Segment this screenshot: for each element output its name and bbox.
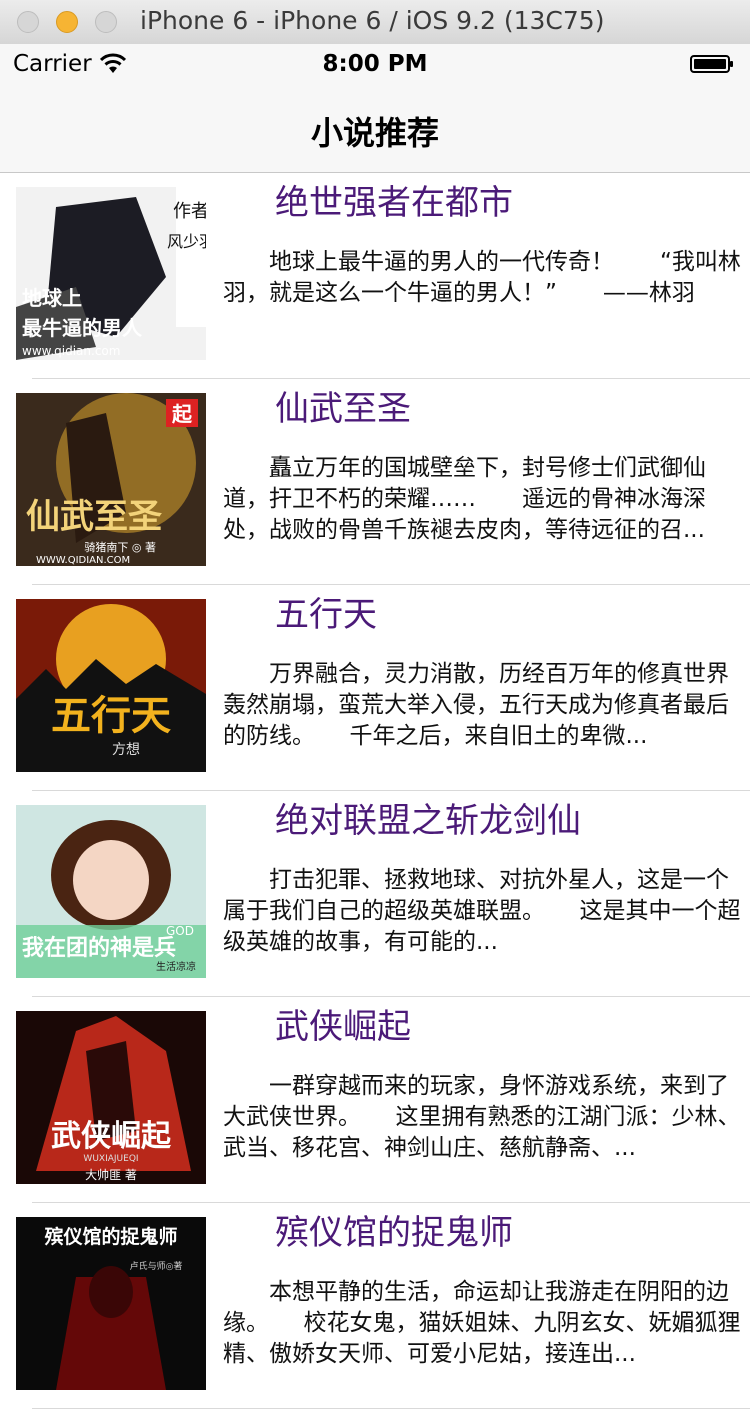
svg-text:作者: 作者 bbox=[173, 201, 206, 222]
book-title: 绝对联盟之斩龙剑仙 bbox=[275, 801, 581, 841]
novel-list[interactable]: 作者 风少羽 地球上 最牛逼的男人 www.qidian.com 绝世强者在都市… bbox=[0, 173, 750, 1409]
book-cover-image: 武侠崛起 WUXIAJUEQI 大帅匪 著 bbox=[16, 1011, 206, 1184]
svg-text:殡仪馆的捉鬼师: 殡仪馆的捉鬼师 bbox=[44, 1225, 177, 1248]
svg-text:生活凉凉: 生活凉凉 bbox=[156, 960, 196, 973]
svg-text:方想: 方想 bbox=[112, 742, 140, 758]
book-cover-image: 作者 风少羽 地球上 最牛逼的男人 www.qidian.com bbox=[16, 187, 206, 360]
list-item[interactable]: 殡仪馆的捉鬼师 卢氏与师◎著 殡仪馆的捉鬼师 本想平静的生活，命运却让我游走在阴… bbox=[16, 1203, 750, 1409]
book-title: 绝世强者在都市 bbox=[275, 183, 513, 223]
window-minimize-button[interactable] bbox=[56, 11, 78, 33]
svg-text:WUXIAJUEQI: WUXIAJUEQI bbox=[83, 1154, 138, 1164]
svg-text:我在团的神是兵: 我在团的神是兵 bbox=[22, 935, 176, 961]
svg-text:武侠崛起: 武侠崛起 bbox=[51, 1119, 172, 1154]
battery-icon bbox=[690, 55, 733, 73]
book-cover-image: 五行天 方想 bbox=[16, 599, 206, 772]
book-cover-image: 起 仙武至圣 骑猪南下 ◎ 著 WWW.QIDIAN.COM bbox=[16, 393, 206, 566]
svg-text:大帅匪 著: 大帅匪 著 bbox=[85, 1168, 137, 1182]
window-close-button[interactable] bbox=[17, 11, 39, 33]
book-title: 仙武至圣 bbox=[275, 389, 411, 429]
svg-text:www.qidian.com: www.qidian.com bbox=[22, 344, 120, 358]
book-cover-image: 殡仪馆的捉鬼师 卢氏与师◎著 bbox=[16, 1217, 206, 1390]
svg-text:骑猪南下 ◎ 著: 骑猪南下 ◎ 著 bbox=[84, 540, 156, 554]
svg-text:卢氏与师◎著: 卢氏与师◎著 bbox=[130, 1260, 183, 1272]
svg-text:地球上: 地球上 bbox=[22, 286, 82, 310]
window-zoom-button[interactable] bbox=[95, 11, 117, 33]
book-description: 万界融合，灵力消散，历经百万年的修真世界轰然崩塌，蛮荒大举入侵，五行天成为修真者… bbox=[223, 661, 729, 749]
svg-text:最牛逼的男人: 最牛逼的男人 bbox=[22, 316, 143, 340]
svg-text:起: 起 bbox=[171, 402, 193, 426]
book-title: 殡仪馆的捉鬼师 bbox=[275, 1213, 513, 1253]
list-item[interactable]: 作者 风少羽 地球上 最牛逼的男人 www.qidian.com 绝世强者在都市… bbox=[16, 173, 750, 379]
book-title: 五行天 bbox=[275, 595, 377, 635]
book-description: 本想平静的生活，命运却让我游走在阴阳的边缘。 校花女鬼，猫妖姐妹、九阴玄女、妩媚… bbox=[223, 1279, 741, 1367]
book-description: 矗立万年的国城壁垒下，封号修士们武御仙道，扞卫不朽的荣耀…… 遥远的骨神冰海深处… bbox=[223, 455, 706, 543]
svg-text:风少羽: 风少羽 bbox=[167, 232, 206, 251]
book-description: 打击犯罪、拯救地球、对抗外星人，这是一个属于我们自己的超级英雄联盟。 这是其中一… bbox=[223, 867, 741, 955]
status-time: 8:00 PM bbox=[322, 51, 428, 77]
list-item[interactable]: 五行天 方想 五行天 万界融合，灵力消散，历经百万年的修真世界轰然崩塌，蛮荒大举… bbox=[16, 585, 750, 791]
window-title: iPhone 6 - iPhone 6 / iOS 9.2 (13C75) bbox=[140, 6, 605, 35]
list-item[interactable]: 我在团的神是兵 GOD 生活凉凉 绝对联盟之斩龙剑仙 打击犯罪、拯救地球、对抗外… bbox=[16, 791, 750, 997]
book-title: 武侠崛起 bbox=[275, 1007, 411, 1047]
list-item[interactable]: 武侠崛起 WUXIAJUEQI 大帅匪 著 武侠崛起 一群穿越而来的玩家，身怀游… bbox=[16, 997, 750, 1203]
list-item[interactable]: 起 仙武至圣 骑猪南下 ◎ 著 WWW.QIDIAN.COM 仙武至圣 矗立万年… bbox=[16, 379, 750, 585]
book-description: 一群穿越而来的玩家，身怀游戏系统，来到了大武侠世界。 这里拥有熟悉的江湖门派：少… bbox=[223, 1073, 741, 1161]
svg-text:五行天: 五行天 bbox=[51, 693, 171, 739]
book-description: 地球上最牛逼的男人的一代传奇！ “我叫林羽，就是这么一个牛逼的男人！” ——林羽 bbox=[223, 249, 741, 306]
nav-title: 小说推荐 bbox=[310, 114, 439, 152]
svg-text:GOD: GOD bbox=[166, 924, 194, 938]
book-cover-image: 我在团的神是兵 GOD 生活凉凉 bbox=[16, 805, 206, 978]
svg-text:仙武至圣: 仙武至圣 bbox=[26, 497, 162, 537]
svg-text:WWW.QIDIAN.COM: WWW.QIDIAN.COM bbox=[36, 555, 130, 566]
